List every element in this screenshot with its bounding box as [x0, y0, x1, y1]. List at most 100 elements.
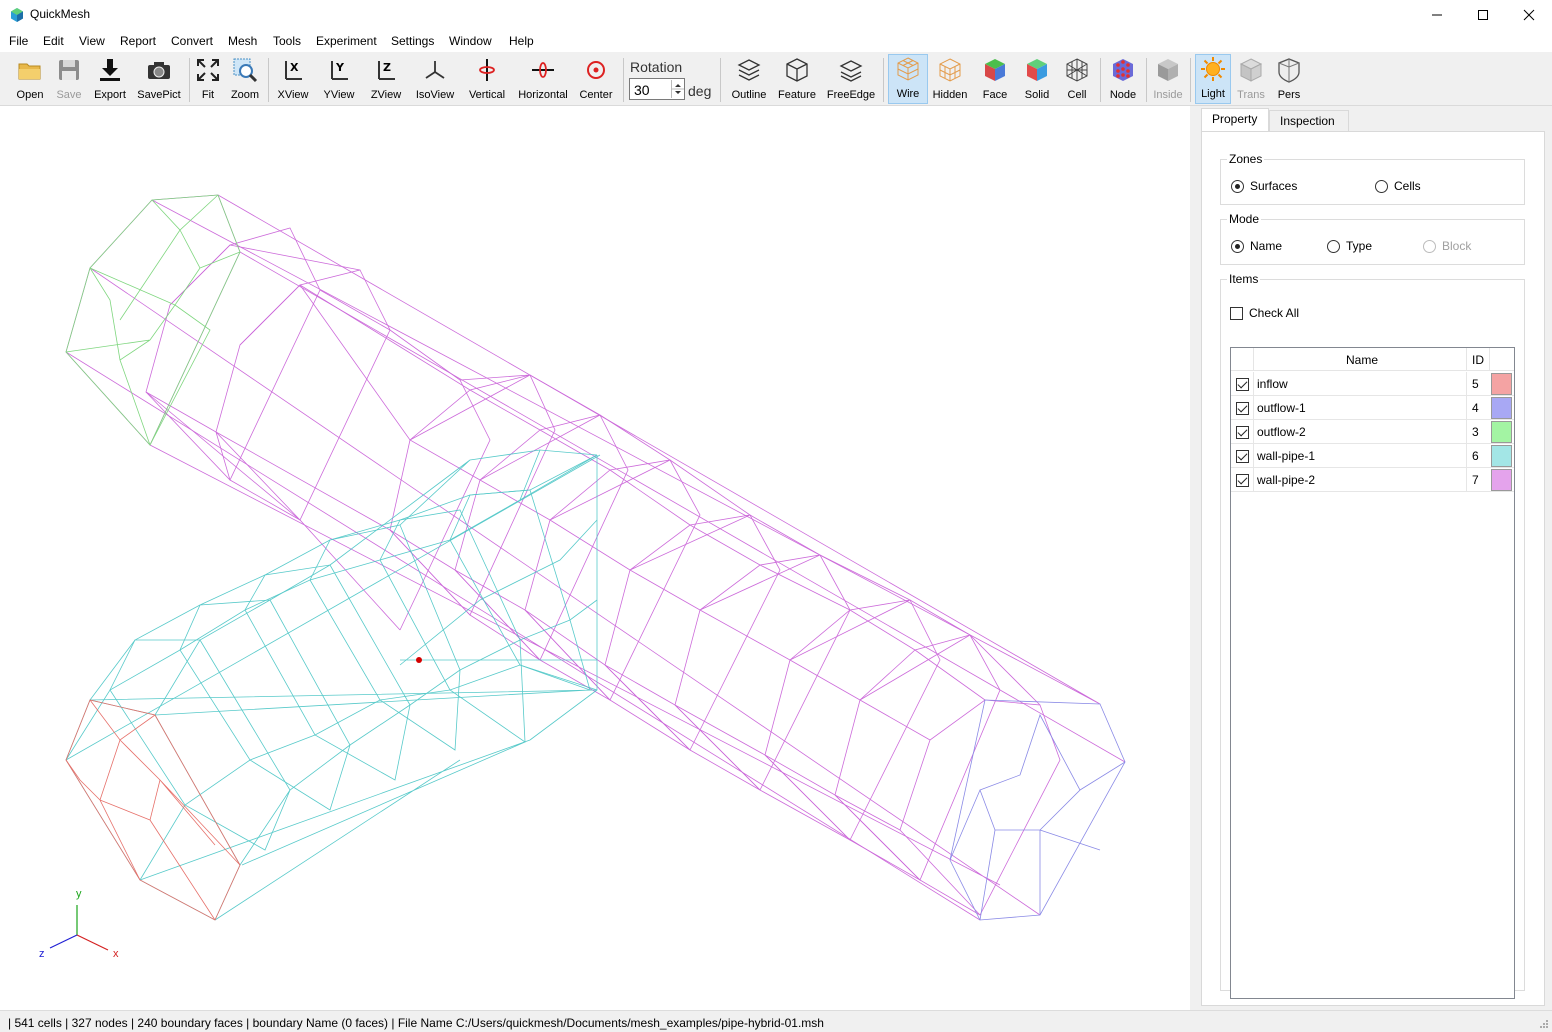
table-row[interactable]: outflow-2 3: [1231, 420, 1514, 444]
row-checkbox[interactable]: [1236, 377, 1249, 391]
hidden-button[interactable]: Hidden: [932, 56, 968, 104]
name-radio[interactable]: Name: [1231, 239, 1282, 253]
close-icon: [1523, 9, 1535, 21]
table-row[interactable]: wall-pipe-1 6: [1231, 444, 1514, 468]
savepict-button[interactable]: SavePict: [136, 56, 182, 104]
toolbar-separator: [1190, 58, 1191, 102]
trans-button[interactable]: Trans: [1235, 56, 1267, 104]
toolbar-separator: [883, 58, 884, 102]
menu-mesh[interactable]: Mesh: [228, 34, 257, 48]
rotation-unit: deg: [688, 83, 712, 99]
radio-dot: [1231, 179, 1244, 193]
row-checkbox[interactable]: [1236, 401, 1249, 415]
spin-arrows-icon: [672, 84, 684, 94]
menu-settings[interactable]: Settings: [391, 34, 434, 48]
solid-button[interactable]: Solid: [1020, 56, 1054, 104]
feature-button[interactable]: Feature: [776, 56, 818, 104]
mesh-wireframe-canvas[interactable]: y x z: [0, 106, 1190, 1010]
wall-pipe-2-mesh: [65, 194, 1126, 921]
fit-button[interactable]: Fit: [194, 56, 222, 104]
type-radio[interactable]: Type: [1327, 239, 1372, 253]
row-id: 5: [1466, 372, 1490, 396]
table-row[interactable]: wall-pipe-2 7: [1231, 468, 1514, 492]
items-table-header: Name ID: [1231, 348, 1514, 371]
row-name: inflow: [1257, 377, 1288, 391]
menu-experiment[interactable]: Experiment: [316, 34, 377, 48]
cell-mesh-icon: [1066, 58, 1088, 82]
radio-dot: [1231, 239, 1244, 253]
menu-view[interactable]: View: [79, 34, 105, 48]
menu-convert[interactable]: Convert: [171, 34, 213, 48]
minimize-button[interactable]: [1414, 0, 1460, 30]
horizontal-rotate-button[interactable]: Horizontal: [516, 56, 570, 104]
menu-edit[interactable]: Edit: [43, 34, 64, 48]
save-button[interactable]: Save: [52, 56, 86, 104]
menu-tools[interactable]: Tools: [273, 34, 301, 48]
row-color-swatch[interactable]: [1491, 421, 1512, 443]
node-points-icon: [1113, 59, 1133, 81]
export-button[interactable]: Export: [92, 56, 128, 104]
light-button[interactable]: Light: [1195, 54, 1231, 104]
row-checkbox[interactable]: [1236, 449, 1249, 463]
vertical-rotate-icon: [479, 59, 495, 81]
property-tab-page: Zones Surfaces Cells Mode Name Type Bloc…: [1201, 131, 1545, 1006]
inside-cube-icon: [1158, 59, 1178, 81]
row-name: wall-pipe-1: [1257, 449, 1316, 463]
cell-button[interactable]: Cell: [1062, 56, 1092, 104]
wire-button[interactable]: Wire: [888, 54, 928, 104]
mesh-viewport[interactable]: y x z: [0, 106, 1190, 1010]
cells-radio[interactable]: Cells: [1375, 179, 1421, 193]
inside-button[interactable]: Inside: [1151, 56, 1185, 104]
rotation-spinbox[interactable]: 30: [629, 78, 685, 100]
row-color-swatch[interactable]: [1491, 445, 1512, 467]
face-button[interactable]: Face: [978, 56, 1012, 104]
surfaces-radio[interactable]: Surfaces: [1231, 179, 1297, 193]
table-row[interactable]: inflow 5: [1231, 372, 1514, 396]
block-radio[interactable]: Block: [1423, 239, 1471, 253]
node-button[interactable]: Node: [1106, 56, 1140, 104]
header-name[interactable]: Name: [1346, 353, 1378, 367]
toolbar-separator: [268, 58, 269, 102]
pers-button[interactable]: Pers: [1274, 56, 1304, 104]
yview-button[interactable]: Y YView: [321, 56, 357, 104]
outline-button[interactable]: Outline: [728, 56, 770, 104]
menu-file[interactable]: File: [9, 34, 28, 48]
resize-grip-icon[interactable]: [1539, 1019, 1549, 1029]
open-button[interactable]: Open: [12, 56, 48, 104]
center-rotate-button[interactable]: Center: [577, 56, 615, 104]
z-axis-view-icon: Z: [378, 61, 395, 80]
tab-inspection[interactable]: Inspection: [1269, 110, 1349, 132]
isoview-button[interactable]: IsoView: [414, 56, 456, 104]
spin-buttons[interactable]: [671, 80, 684, 98]
maximize-button[interactable]: [1460, 0, 1506, 30]
header-check-column: [1232, 348, 1254, 371]
row-id: 7: [1466, 468, 1490, 492]
menu-report[interactable]: Report: [120, 34, 156, 48]
xview-button[interactable]: X XView: [275, 56, 311, 104]
minimize-icon: [1432, 14, 1442, 16]
zoom-button[interactable]: Zoom: [229, 56, 261, 104]
table-row[interactable]: outflow-1 4: [1231, 396, 1514, 420]
check-all-checkbox[interactable]: Check All: [1230, 306, 1299, 320]
outline-layers-icon: [737, 59, 761, 81]
row-checkbox[interactable]: [1236, 425, 1249, 439]
menu-window[interactable]: Window: [449, 34, 492, 48]
row-color-swatch[interactable]: [1491, 373, 1512, 395]
row-color-swatch[interactable]: [1491, 397, 1512, 419]
toolbar: Open Save Export SavePict Fit Zoom X XVi…: [0, 52, 1552, 106]
row-checkbox[interactable]: [1236, 473, 1249, 487]
header-id[interactable]: ID: [1466, 348, 1490, 371]
close-button[interactable]: [1506, 0, 1552, 30]
zview-button[interactable]: Z ZView: [368, 56, 404, 104]
menu-help[interactable]: Help: [509, 34, 534, 48]
y-axis-view-icon: Y: [331, 61, 348, 80]
wall-pipe-1-mesh: [65, 449, 601, 921]
row-color-swatch[interactable]: [1491, 469, 1512, 491]
vertical-rotate-button[interactable]: Vertical: [466, 56, 508, 104]
radio-dot: [1375, 179, 1388, 193]
freeedge-button[interactable]: FreeEdge: [826, 56, 876, 104]
selected-node-marker: [416, 657, 422, 663]
toolbar-separator: [1100, 58, 1101, 102]
tab-property[interactable]: Property: [1201, 108, 1269, 132]
download-arrow-icon: [100, 59, 120, 81]
